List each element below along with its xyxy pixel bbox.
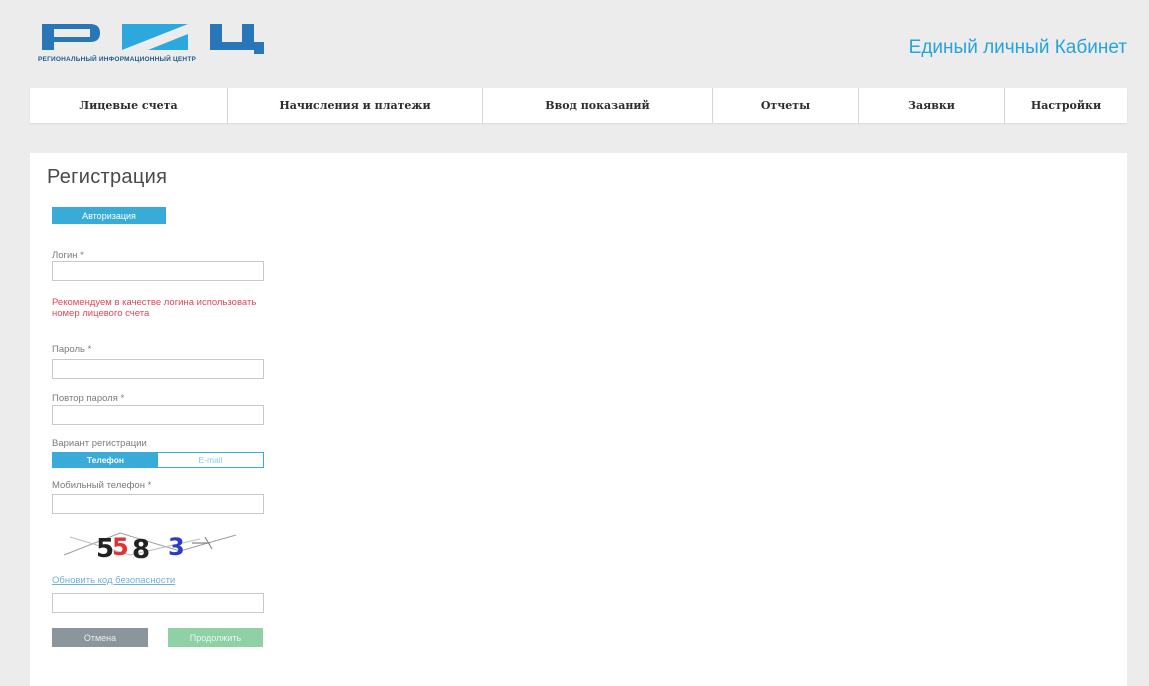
svg-text:5: 5 [112,533,129,561]
captcha-image: 5 5 8 3 [60,525,240,563]
password-input[interactable] [52,359,264,379]
nav-item-charges-payments[interactable]: Начисления и платежи [228,88,483,123]
svg-text:3: 3 [168,533,185,561]
nav-item-settings[interactable]: Настройки [1005,88,1127,123]
svg-text:8: 8 [132,535,150,563]
nav-item-meter-readings[interactable]: Ввод показаний [483,88,713,123]
auth-button[interactable]: Авторизация [52,207,166,224]
password-repeat-input[interactable] [52,405,264,425]
refresh-captcha-link[interactable]: Обновить код безопасности [52,575,175,586]
main-nav: Лицевые счета Начисления и платежи Ввод … [30,88,1127,123]
page-title: Регистрация [47,166,168,188]
reg-variant-toggle: Телефон E-mail [52,452,264,468]
logo-caption: РЕГИОНАЛЬНЫЙ ИНФОРМАЦИОННЫЙ ЦЕНТР [38,56,197,63]
cabinet-title: Единый личный Кабинет [908,37,1127,58]
nav-item-requests[interactable]: Заявки [859,88,1005,123]
mobile-input[interactable] [52,494,264,514]
nav-item-reports[interactable]: Отчеты [713,88,859,123]
rits-logo[interactable]: РЕГИОНАЛЬНЫЙ ИНФОРМАЦИОННЫЙ ЦЕНТР [38,20,318,70]
reg-option-email[interactable]: E-mail [158,453,263,467]
page-header: РЕГИОНАЛЬНЫЙ ИНФОРМАЦИОННЫЙ ЦЕНТР Единый… [30,0,1127,80]
password-label: Пароль * [52,344,92,355]
login-hint: Рекомендуем в качестве логина использова… [52,297,257,319]
nav-item-accounts[interactable]: Лицевые счета [30,88,228,123]
cancel-button[interactable]: Отмена [52,628,148,647]
login-label: Логин * [52,250,84,261]
rits-logo-mark [42,24,264,54]
login-input[interactable] [52,261,264,281]
mobile-label: Мобильный телефон * [52,480,152,491]
captcha-input[interactable] [52,593,264,613]
reg-option-phone[interactable]: Телефон [53,453,158,467]
continue-button[interactable]: Продолжить [168,628,263,647]
reg-variant-label: Вариант регистрации [52,438,147,449]
password-repeat-label: Повтор пароля * [52,393,125,404]
registration-panel: Регистрация Авторизация Логин * Рекоменд… [30,153,1127,686]
